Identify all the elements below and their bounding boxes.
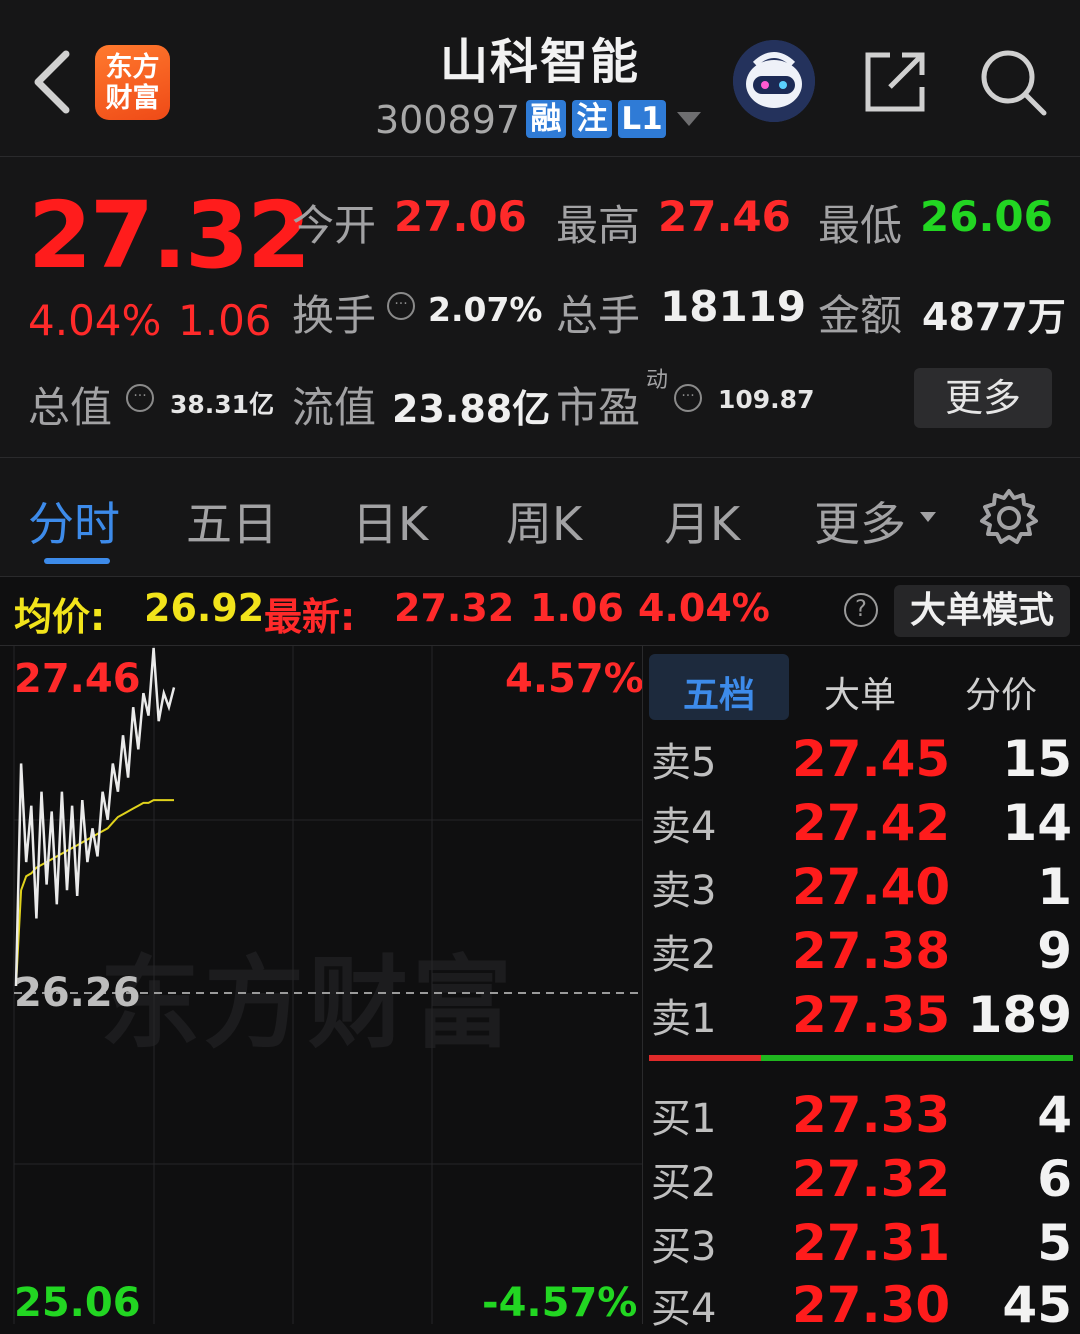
chevron-down-icon[interactable] — [920, 512, 936, 522]
tab-intraday[interactable]: 分时 — [28, 488, 120, 554]
ask-label: 卖1 — [651, 996, 717, 1042]
info-icon[interactable]: ··· — [126, 384, 154, 412]
eastmoney-logo[interactable]: 东方 财富 — [95, 45, 170, 120]
change-percent: 4.04% — [28, 296, 162, 345]
latest-value: 27.32 — [394, 586, 515, 630]
ask-volume: 189 — [967, 986, 1072, 1044]
market-cap-label: 总值 — [28, 383, 113, 432]
chart-top-percent: 4.57% — [505, 656, 644, 702]
amount-value: 4877万 — [922, 295, 1066, 339]
chart-top-price: 27.46 — [14, 656, 141, 702]
bid-price: 27.31 — [792, 1214, 951, 1272]
buy-sell-ratio-green — [761, 1055, 1073, 1061]
ask-label: 卖2 — [651, 932, 717, 978]
stock-code: 300897 — [375, 98, 521, 142]
level1-tag[interactable]: L1 — [618, 100, 666, 138]
open-label: 今开 — [292, 201, 377, 250]
more-button[interactable]: 更多 — [914, 368, 1052, 428]
volume-value: 18119 — [660, 282, 807, 331]
help-icon[interactable]: ? — [844, 593, 878, 627]
ask-price: 27.45 — [792, 730, 951, 788]
turnover-value: 2.07% — [428, 290, 543, 329]
info-icon[interactable]: ··· — [387, 292, 415, 320]
tab-monthly-k[interactable]: 月K — [664, 488, 740, 554]
info-icon[interactable]: ··· — [674, 384, 702, 412]
tab-five-levels[interactable]: 五档 — [683, 666, 755, 718]
registration-tag[interactable]: 注 — [572, 100, 612, 138]
ask-volume: 14 — [1002, 794, 1072, 852]
tab-big-orders[interactable]: 大单 — [824, 666, 896, 718]
ask-volume: 1 — [1037, 858, 1072, 916]
bid-label: 买4 — [651, 1286, 717, 1332]
market-cap-value: 38.31亿 — [170, 390, 275, 419]
low-label: 最低 — [818, 201, 903, 250]
ask-price: 27.35 — [792, 986, 951, 1044]
open-value: 27.06 — [394, 192, 527, 241]
bid-volume: 45 — [1002, 1276, 1072, 1334]
tab-more[interactable]: 更多 — [814, 488, 906, 554]
robot-assistant-icon[interactable] — [733, 40, 815, 122]
pe-dynamic-mark: 动 — [646, 368, 669, 393]
turnover-label: 换手 — [292, 291, 377, 340]
bid-volume: 4 — [1037, 1086, 1072, 1144]
bid-volume: 5 — [1037, 1214, 1072, 1272]
high-value: 27.46 — [658, 192, 791, 241]
search-icon[interactable] — [976, 45, 1048, 117]
buy-sell-ratio-red — [649, 1055, 761, 1061]
bid-label: 买2 — [651, 1160, 717, 1206]
ask-volume: 9 — [1037, 922, 1072, 980]
logo-line2: 财富 — [105, 82, 160, 114]
bid-label: 买1 — [651, 1096, 717, 1142]
bid-price: 27.32 — [792, 1150, 951, 1208]
share-icon[interactable] — [860, 45, 932, 117]
current-price: 27.32 — [28, 182, 311, 289]
tab-price-distribution[interactable]: 分价 — [965, 666, 1037, 718]
latest-label: 最新: — [264, 595, 356, 639]
low-value: 26.06 — [920, 192, 1053, 241]
pe-value: 109.87 — [718, 385, 815, 414]
avg-label: 均价: — [14, 595, 106, 639]
chart-prev-close: 26.26 — [14, 970, 141, 1016]
logo-line1: 东方 — [105, 51, 160, 83]
back-arrow-icon[interactable] — [28, 46, 88, 118]
float-cap-value: 23.88亿 — [392, 387, 551, 431]
bid-price: 27.33 — [792, 1086, 951, 1144]
tab-five-day[interactable]: 五日 — [186, 488, 278, 554]
margin-tag[interactable]: 融 — [526, 100, 566, 138]
bid-price: 27.30 — [792, 1276, 951, 1334]
pe-label: 市盈 — [556, 383, 641, 432]
latest-change: 1.06 — [530, 586, 624, 630]
active-tab-indicator — [44, 558, 110, 564]
big-order-mode-button[interactable]: 大单模式 — [894, 585, 1070, 637]
bid-label: 买3 — [651, 1224, 717, 1270]
bid-volume: 6 — [1037, 1150, 1072, 1208]
avg-value: 26.92 — [144, 586, 265, 630]
tab-daily-k[interactable]: 日K — [352, 488, 428, 554]
float-cap-label: 流值 — [292, 383, 377, 432]
ask-label: 卖3 — [651, 868, 717, 914]
latest-change-pct: 4.04% — [638, 586, 770, 630]
ask-price: 27.40 — [792, 858, 951, 916]
gear-icon[interactable] — [978, 487, 1040, 549]
amount-label: 金额 — [818, 291, 903, 340]
chevron-down-icon[interactable] — [677, 112, 701, 126]
ask-price: 27.38 — [792, 922, 951, 980]
stock-name: 山科智能 — [439, 34, 640, 90]
tab-weekly-k[interactable]: 周K — [506, 488, 582, 554]
high-label: 最高 — [556, 201, 641, 250]
ask-label: 卖5 — [651, 740, 717, 786]
chart-bottom-percent: -4.57% — [482, 1280, 638, 1326]
ask-volume: 15 — [1002, 730, 1072, 788]
change-amount: 1.06 — [178, 296, 272, 345]
ask-label: 卖4 — [651, 804, 717, 850]
ask-price: 27.42 — [792, 794, 951, 852]
volume-label: 总手 — [556, 291, 641, 340]
chart-bottom-price: 25.06 — [14, 1280, 141, 1326]
